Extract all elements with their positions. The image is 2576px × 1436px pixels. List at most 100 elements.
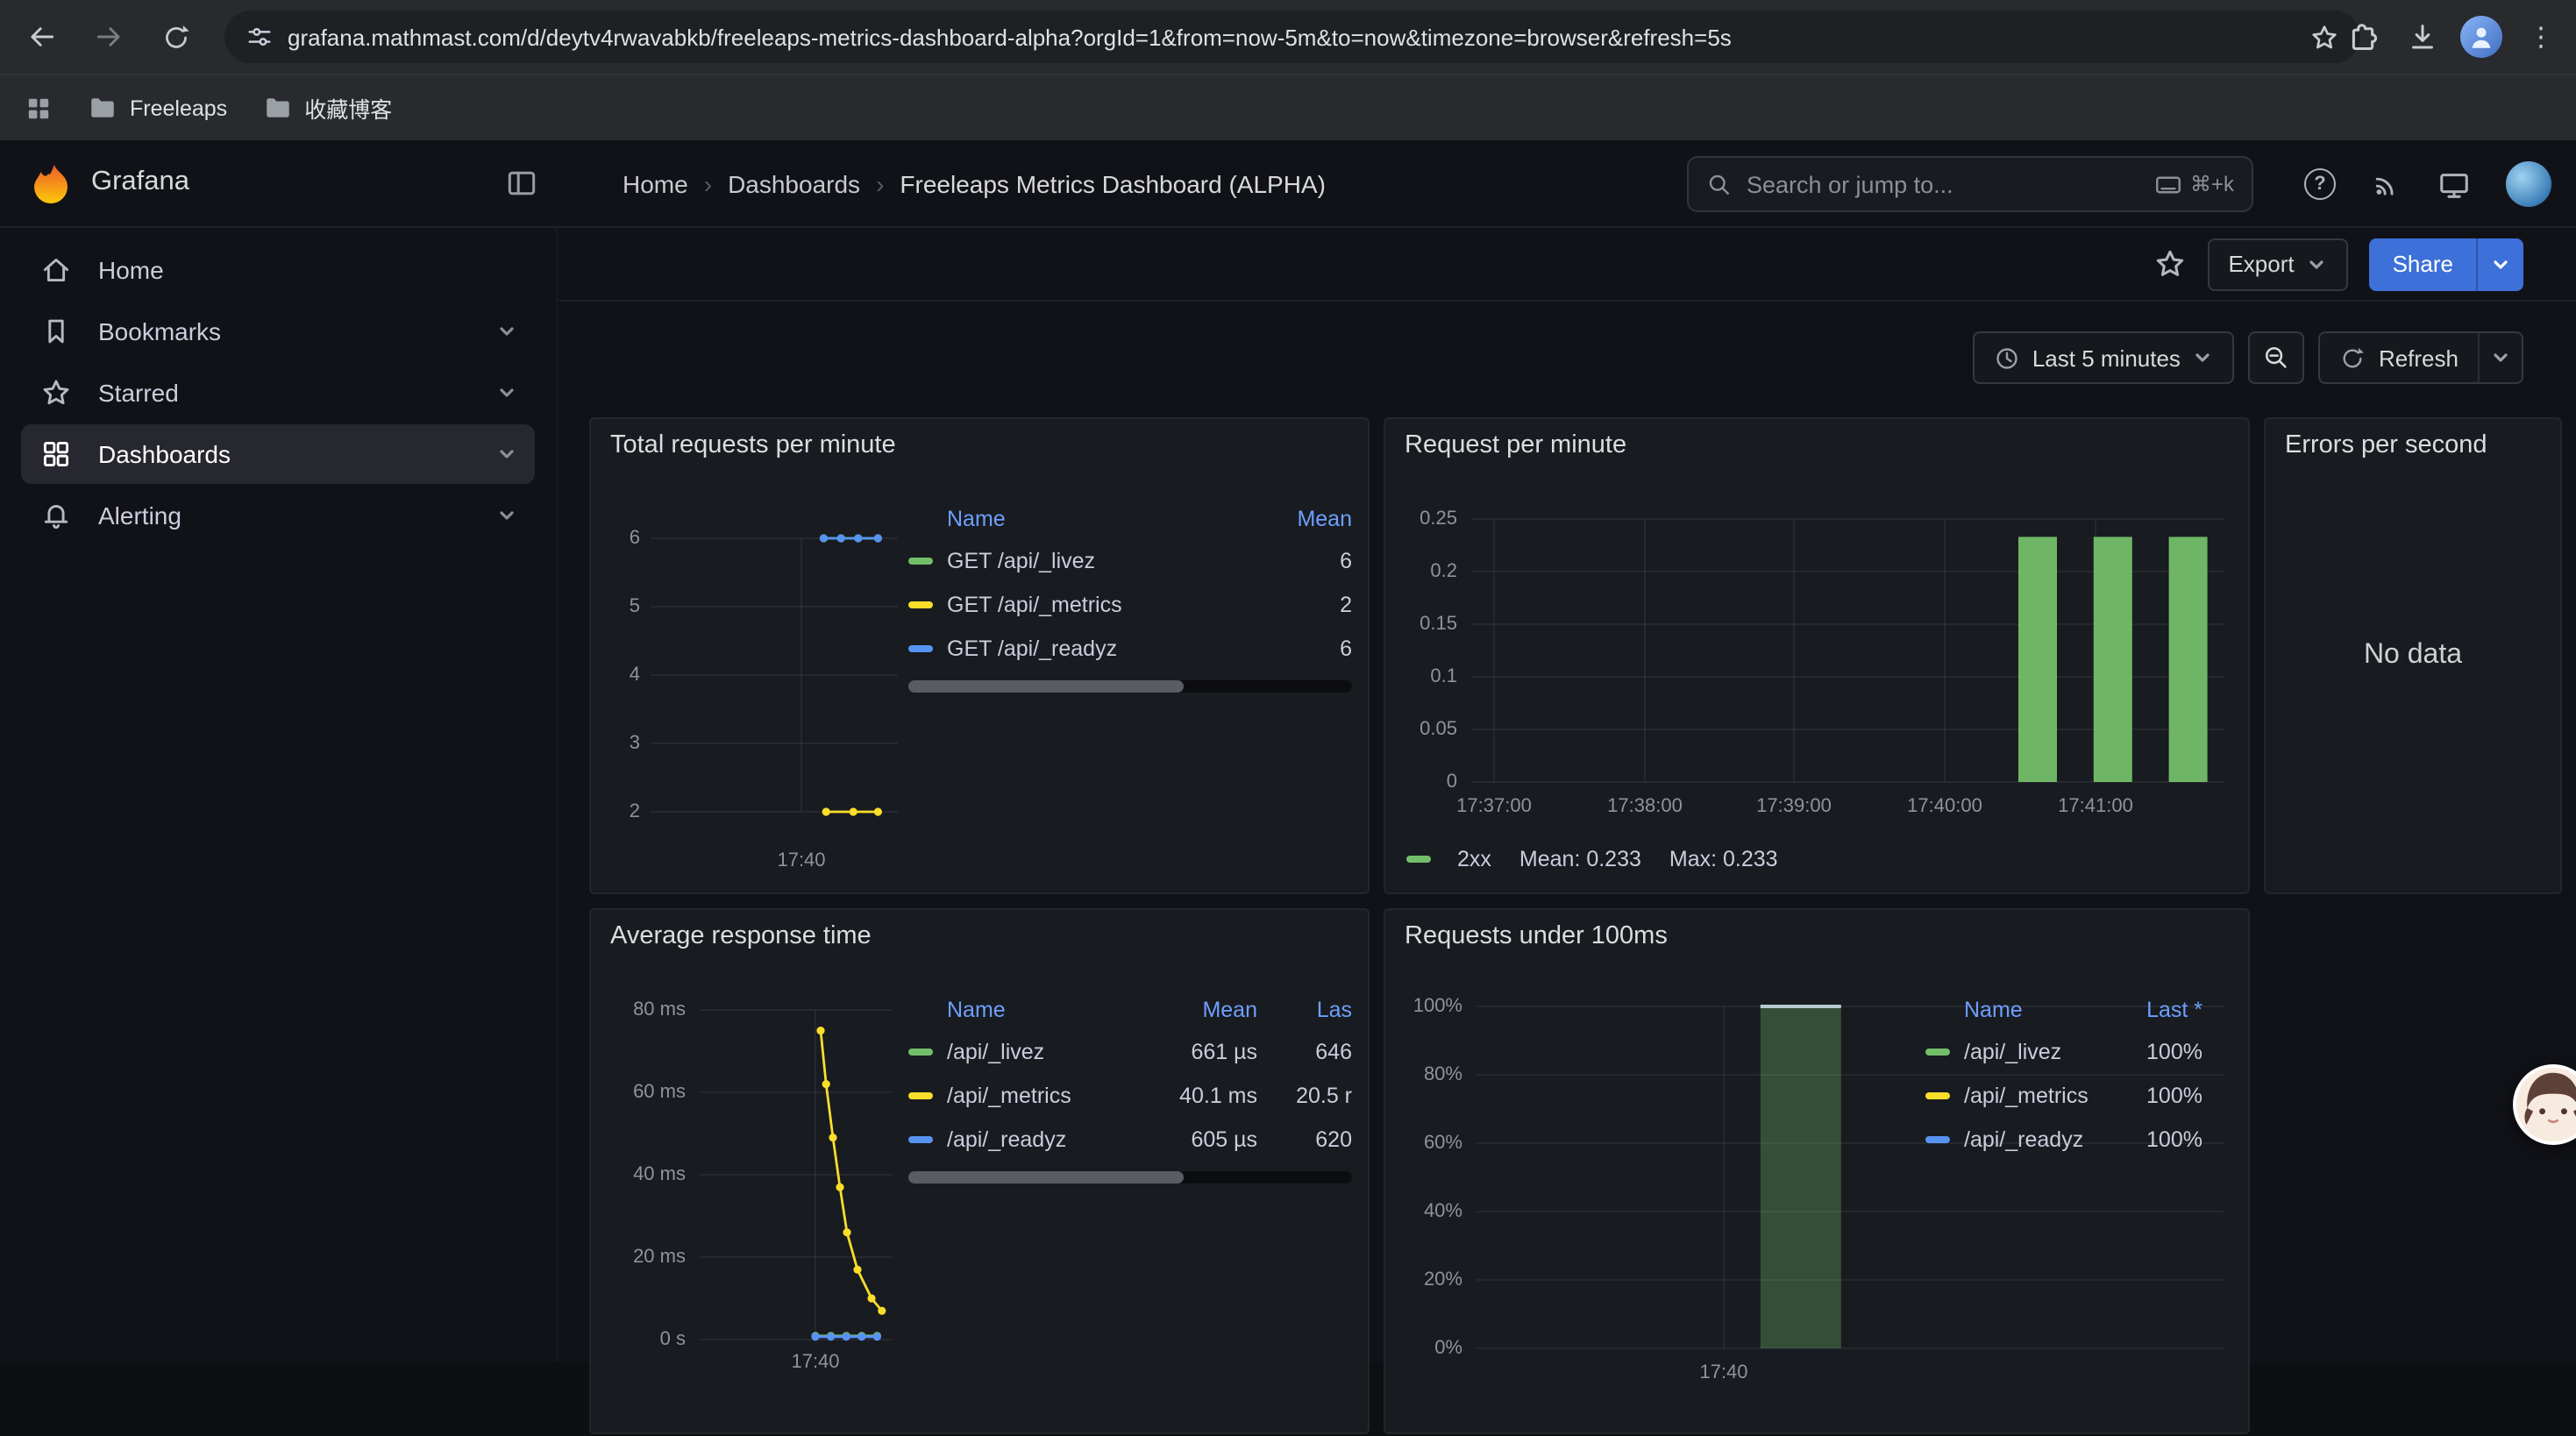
- scrollbar-thumb[interactable]: [908, 680, 1184, 693]
- series-name[interactable]: /api/_metrics: [1964, 1083, 2111, 1107]
- series-name[interactable]: GET /api/_readyz: [947, 636, 1243, 660]
- sidebar-item-alerting[interactable]: Alerting: [21, 486, 535, 545]
- series-last: 646: [1257, 1039, 1352, 1063]
- sidebar-item-bookmarks[interactable]: Bookmarks: [21, 302, 535, 361]
- sidebar-item-label: Bookmarks: [98, 317, 221, 345]
- legend-header-mean[interactable]: Mean: [1243, 507, 1352, 531]
- chevron-down-icon[interactable]: [496, 505, 517, 526]
- series-last: 100%: [2111, 1127, 2202, 1151]
- legend-row: GET /api/_metrics 2: [908, 582, 1352, 626]
- legend-header-last[interactable]: Las: [1257, 998, 1352, 1022]
- series-name[interactable]: GET /api/_livez: [947, 548, 1243, 572]
- time-range-picker[interactable]: Last 5 minutes: [1973, 331, 2235, 384]
- axis-tick-label: 0%: [1434, 1336, 1462, 1361]
- breadcrumb-dashboards[interactable]: Dashboards: [728, 170, 860, 198]
- bookmark-star-icon[interactable]: [2309, 22, 2339, 52]
- search-input[interactable]: [1747, 171, 2141, 197]
- chevron-down-icon: [2490, 253, 2511, 274]
- series-swatch: [908, 601, 933, 608]
- breadcrumb-separator: ›: [704, 170, 712, 198]
- series-swatch: [908, 1135, 933, 1142]
- companion-avatar-overlay[interactable]: [2513, 1064, 2576, 1145]
- axis-tick-label: 0.05: [1420, 717, 1457, 742]
- zoom-out-icon: [2263, 344, 2291, 372]
- legend-row: /api/_metrics 100%: [1925, 1073, 2202, 1117]
- site-settings-tune-icon: [246, 23, 274, 51]
- panel-total-requests-per-minute: Total requests per minute 65432 17:40 Na…: [589, 417, 1370, 894]
- user-avatar[interactable]: [2506, 161, 2551, 207]
- scrollbar-thumb[interactable]: [908, 1171, 1184, 1184]
- chevron-down-icon[interactable]: [496, 321, 517, 342]
- star-icon: [2153, 247, 2186, 281]
- display-kiosk-icon[interactable]: [2437, 167, 2471, 201]
- series-mean: 2: [1243, 592, 1352, 616]
- help-icon[interactable]: ?: [2304, 168, 2336, 200]
- series-name[interactable]: /api/_readyz: [1964, 1127, 2111, 1151]
- legend-header-name[interactable]: Name: [1964, 998, 2111, 1022]
- url-input[interactable]: [288, 24, 2295, 50]
- series-name[interactable]: /api/_readyz: [947, 1127, 1149, 1151]
- browser-reload-button[interactable]: [151, 12, 200, 61]
- series-name[interactable]: /api/_livez: [947, 1039, 1149, 1063]
- series-name[interactable]: /api/_metrics: [947, 1083, 1149, 1107]
- share-button-group: Share: [2370, 238, 2523, 290]
- sidebar-item-dashboards[interactable]: Dashboards: [21, 424, 535, 484]
- refresh-button-group: Refresh: [2319, 331, 2523, 384]
- extensions-button[interactable]: [2341, 16, 2383, 58]
- chevron-down-icon[interactable]: [496, 382, 517, 403]
- apps-grid-icon[interactable]: [25, 94, 53, 122]
- browser-actions: ⋮: [2341, 0, 2562, 74]
- grafana-logo[interactable]: [28, 161, 74, 207]
- time-range-label: Last 5 minutes: [2032, 345, 2181, 371]
- series-name[interactable]: GET /api/_metrics: [947, 592, 1243, 616]
- legend-series-2xx[interactable]: 2xx: [1406, 847, 1491, 871]
- refresh-button[interactable]: Refresh: [2319, 331, 2478, 384]
- export-button[interactable]: Export: [2207, 238, 2348, 290]
- panel-left-icon: [505, 167, 538, 200]
- share-menu-button[interactable]: [2476, 238, 2523, 290]
- panel-requests-under-100ms: Requests under 100ms 100%80%60%40%20%0% …: [1384, 908, 2250, 1434]
- refresh-interval-button[interactable]: [2478, 331, 2523, 384]
- zoom-out-time-button[interactable]: [2249, 331, 2305, 384]
- collapse-sidebar-button[interactable]: [505, 167, 538, 200]
- share-button[interactable]: Share: [2370, 238, 2476, 290]
- browser-forward-button[interactable]: [84, 12, 133, 61]
- requests-under-100ms-chart[interactable]: 100%80%60%40%20%0% 17:40: [1385, 910, 2248, 1432]
- axis-tick-label: 0: [1447, 770, 1457, 794]
- legend-header-name[interactable]: Name: [947, 998, 1149, 1022]
- axis-tick-label: 40 ms: [633, 1162, 686, 1187]
- sidebar-item-home[interactable]: Home: [21, 240, 535, 300]
- browser-profile-avatar[interactable]: [2460, 16, 2502, 58]
- legend-row: /api/_livez 661 µs 646: [908, 1029, 1352, 1073]
- legend-header-mean[interactable]: Mean: [1149, 998, 1257, 1022]
- axis-tick-label: 17:37:00: [1456, 796, 1532, 817]
- browser-back-button[interactable]: [18, 12, 67, 61]
- series-swatch: [908, 644, 933, 651]
- forward-arrow-icon: [93, 21, 125, 53]
- chevron-down-icon[interactable]: [496, 444, 517, 465]
- header-actions: ?: [2304, 140, 2551, 228]
- breadcrumb-current: Freeleaps Metrics Dashboard (ALPHA): [900, 170, 1326, 198]
- bookmark-folder-freeleaps[interactable]: Freeleaps: [88, 93, 227, 123]
- bookmark-folder-blogs[interactable]: 收藏博客: [262, 91, 392, 124]
- legend-header-last[interactable]: Last *: [2111, 998, 2202, 1022]
- series-name[interactable]: /api/_livez: [1964, 1039, 2111, 1063]
- search-box[interactable]: ⌘+k: [1687, 156, 2253, 212]
- address-bar[interactable]: [224, 11, 2360, 63]
- legend-row: GET /api/_readyz 6: [908, 626, 1352, 670]
- panel-average-response-time: Average response time 80 ms60 ms40 ms20 …: [589, 908, 1370, 1434]
- sidebar-item-starred[interactable]: Starred: [21, 363, 535, 423]
- breadcrumb-home[interactable]: Home: [623, 170, 688, 198]
- rss-news-icon[interactable]: [2371, 168, 2402, 200]
- axis-tick-label: 5: [630, 594, 640, 619]
- request-per-minute-chart[interactable]: 0.250.20.150.10.050 17:37:0017:38:0017:3…: [1385, 419, 2248, 892]
- series-mean: 661 µs: [1149, 1039, 1257, 1063]
- downloads-button[interactable]: [2401, 16, 2443, 58]
- favorite-dashboard-button[interactable]: [2153, 247, 2186, 281]
- browser-menu-button[interactable]: ⋮: [2520, 16, 2562, 58]
- bar-plot: [1385, 419, 2252, 896]
- series-swatch: [1406, 856, 1431, 863]
- legend-header-name[interactable]: Name: [947, 507, 1243, 531]
- axis-tick-label: 0 s: [660, 1327, 686, 1352]
- axis-tick-label: 100%: [1413, 994, 1462, 1019]
